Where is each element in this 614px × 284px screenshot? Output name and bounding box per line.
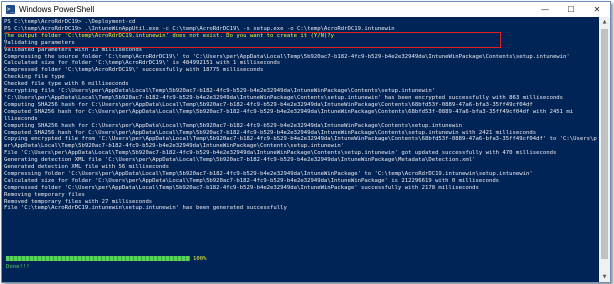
console-line: Computing SHA256 hash for C:\Users\per\A… — [4, 122, 463, 129]
console-line: Removing temporary files — [4, 191, 85, 198]
title-bar[interactable]: >_ Windows PowerShell — ☐ ✕ — [2, 2, 610, 17]
console-line: Computing SHA256 hash for C:\Users\per\A… — [4, 101, 533, 108]
console-line: Validated parameters with 13 millisecond… — [4, 46, 143, 53]
minimize-button[interactable]: — — [532, 2, 558, 17]
console-line: 'C:\Users\per\AppData\Local\Temp\5b920ac… — [4, 94, 564, 101]
console-line: Validating parameters — [4, 39, 75, 46]
console-line: Calculated size for folder 'C:\temp\Acro… — [4, 60, 281, 67]
console-line: Removed temporary files with 27 millisec… — [4, 198, 153, 205]
scrollbar-thumb[interactable] — [601, 29, 608, 259]
console-output[interactable]: PS C:\temp\AcroRdrDC19> .\Deployment-cd P… — [2, 17, 599, 282]
console-line: File 'C:\Users\per\AppData\Local\Temp\5b… — [4, 150, 557, 157]
window-controls: — ☐ ✕ — [532, 2, 610, 17]
console-line: Calculated size for folder 'C:\Users\per… — [4, 177, 500, 184]
console-line: Copying encrypted file from 'C:\Users\pe… — [4, 136, 597, 143]
console-line: Compressing folder 'C:\Users\per\AppData… — [4, 170, 533, 177]
progress-label: 100% — [193, 255, 207, 262]
console-line: Encrypting file 'C:\Users\per\AppData\Lo… — [4, 88, 436, 95]
powershell-window: >_ Windows PowerShell — ☐ ✕ PS C:\temp\A… — [1, 1, 611, 283]
console-line: Compressed folder 'C:\Users\per\AppData\… — [4, 184, 479, 191]
console-line: The output folder 'C:\temp\AcroRdrDC19.i… — [4, 32, 335, 39]
console-line: Generated detection XML file with 56 mil… — [4, 164, 170, 171]
console-line: Checked file type with 6 milliseconds — [4, 81, 129, 88]
progress-bar — [6, 256, 190, 261]
scroll-up-icon[interactable]: ▲ — [599, 17, 610, 27]
console-line: Checking file type — [4, 74, 65, 81]
console-line: lliseconds — [4, 115, 38, 122]
console-line: er\AppData\Local\Temp\5b920ac7-b182-4fc9… — [4, 143, 345, 150]
done-message: Done!!! — [6, 264, 30, 270]
console-line: File 'C:\temp\AcroRdrDC19.intunewin\setu… — [4, 205, 287, 212]
console-line: Compressing the source folder 'C:\temp\A… — [4, 53, 570, 60]
console-line: Compressed folder 'C:\temp\AcroRdrDC19\'… — [4, 67, 264, 74]
scroll-down-icon[interactable]: ▼ — [599, 272, 610, 282]
powershell-icon: >_ — [6, 5, 15, 14]
vertical-scrollbar[interactable]: ▲ ▼ — [599, 17, 610, 282]
progress-fill — [6, 256, 190, 261]
console-line: Generating detection XML file 'C:\Users\… — [4, 157, 476, 164]
console-line: PS C:\temp\AcroRdrDC19> .\Deployment-cd — [4, 19, 136, 25]
window-title: Windows PowerShell — [19, 5, 95, 14]
console-line: Computed SHA256 hash for C:\Users\per\Ap… — [4, 108, 574, 115]
maximize-button[interactable]: ☐ — [558, 2, 584, 17]
console-line: PS C:\temp\AcroRdrDC19> .\IntuneWinAppUt… — [4, 25, 395, 32]
close-button[interactable]: ✕ — [584, 2, 610, 17]
console-line: Computed SHA256 hash for C:\Users\per\Ap… — [4, 129, 537, 136]
progress-indicator: 100% — [6, 255, 206, 262]
